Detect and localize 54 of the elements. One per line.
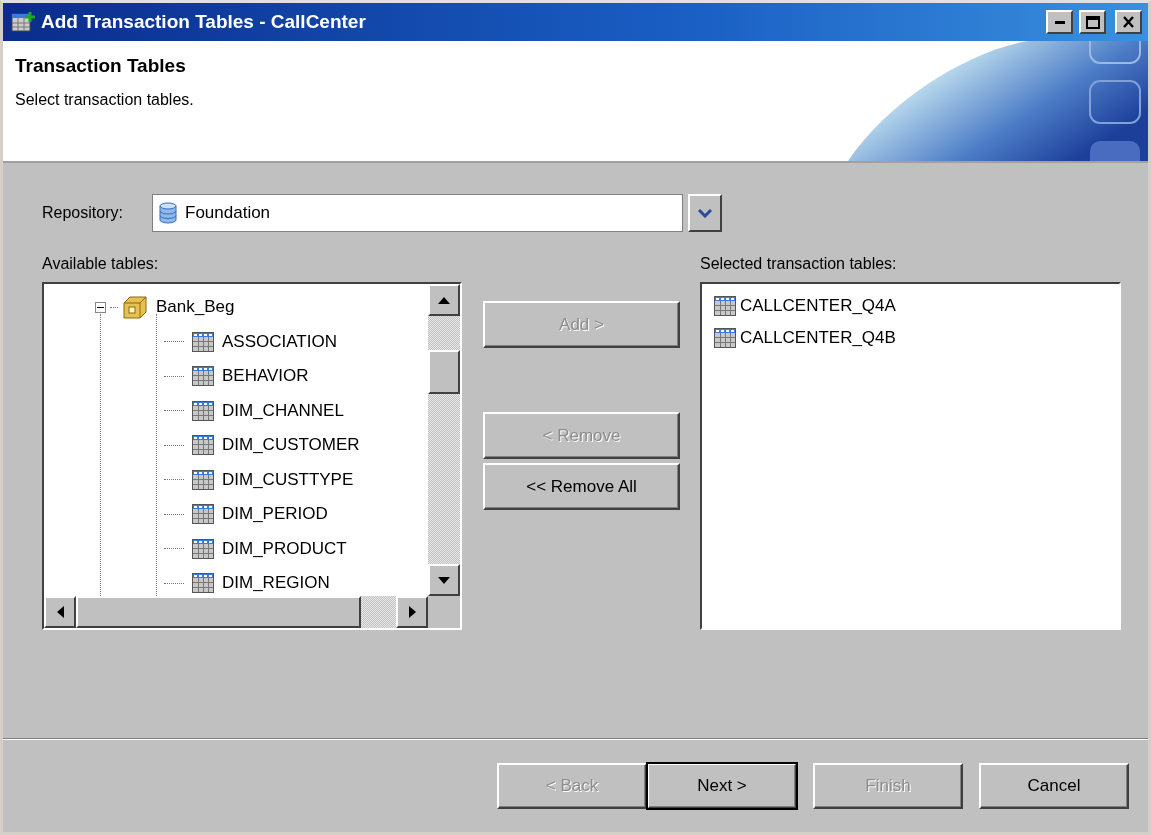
table-icon [192, 469, 214, 490]
table-icon [192, 331, 214, 352]
close-button[interactable] [1115, 10, 1142, 34]
window-title: Add Transaction Tables - CallCenter [41, 11, 367, 33]
table-icon [714, 328, 736, 348]
triangle-right-icon [408, 606, 416, 618]
scrollbar-thumb[interactable] [76, 596, 361, 628]
table-icon [192, 366, 214, 387]
triangle-down-icon [438, 576, 450, 584]
list-item[interactable]: CALLCENTER_Q4A [740, 296, 896, 316]
close-icon [1122, 16, 1135, 28]
table-icon [192, 435, 214, 456]
tree-item[interactable]: BEHAVIOR [222, 366, 309, 387]
table-icon [192, 504, 214, 525]
scroll-left-button[interactable] [44, 596, 76, 628]
minimize-button[interactable] [1046, 10, 1073, 34]
scroll-up-button[interactable] [428, 284, 460, 316]
page-heading: Transaction Tables [14, 54, 187, 77]
tree-item[interactable]: DIM_CHANNEL [222, 400, 344, 421]
repository-label: Repository: [42, 204, 124, 222]
database-icon [159, 202, 177, 224]
scroll-down-button[interactable] [428, 564, 460, 596]
package-icon [122, 295, 148, 320]
chevron-down-icon [698, 208, 712, 218]
maximize-icon [1085, 15, 1100, 29]
tree-item[interactable]: ASSOCIATION [222, 331, 337, 352]
dropdown-button[interactable] [688, 194, 722, 232]
scrollbar-thumb[interactable] [428, 350, 460, 394]
tree-item[interactable]: DIM_PERIOD [222, 504, 328, 525]
remove-all-button[interactable]: << Remove All [483, 463, 680, 510]
selected-tables-label: Selected transaction tables: [700, 255, 898, 274]
collapse-icon[interactable] [95, 301, 106, 313]
table-icon [192, 573, 214, 594]
table-add-icon [11, 11, 35, 33]
tree-item[interactable]: DIM_REGION [222, 573, 330, 594]
cancel-button[interactable]: Cancel [979, 763, 1129, 809]
repository-dropdown[interactable]: Foundation [152, 194, 683, 232]
tree-item[interactable]: Bank_Beg [156, 297, 235, 318]
maximize-button[interactable] [1079, 10, 1106, 34]
available-tables-label: Available tables: [42, 255, 160, 274]
scroll-right-button[interactable] [396, 596, 428, 628]
triangle-left-icon [56, 606, 64, 618]
next-button[interactable]: Next > [647, 763, 797, 809]
list-item[interactable]: CALLCENTER_Q4B [740, 328, 896, 348]
tree-item[interactable]: DIM_PRODUCT [222, 538, 347, 559]
table-icon [714, 296, 736, 316]
minimize-icon [1054, 20, 1065, 24]
triangle-up-icon [438, 296, 450, 304]
tree-item[interactable]: DIM_CUSTOMER [222, 435, 360, 456]
table-icon [192, 538, 214, 559]
scrollbar-corner [428, 596, 460, 628]
table-icon [192, 400, 214, 421]
tree-item[interactable]: DIM_CUSTTYPE [222, 469, 354, 490]
page-description: Select transaction tables. [14, 90, 195, 109]
